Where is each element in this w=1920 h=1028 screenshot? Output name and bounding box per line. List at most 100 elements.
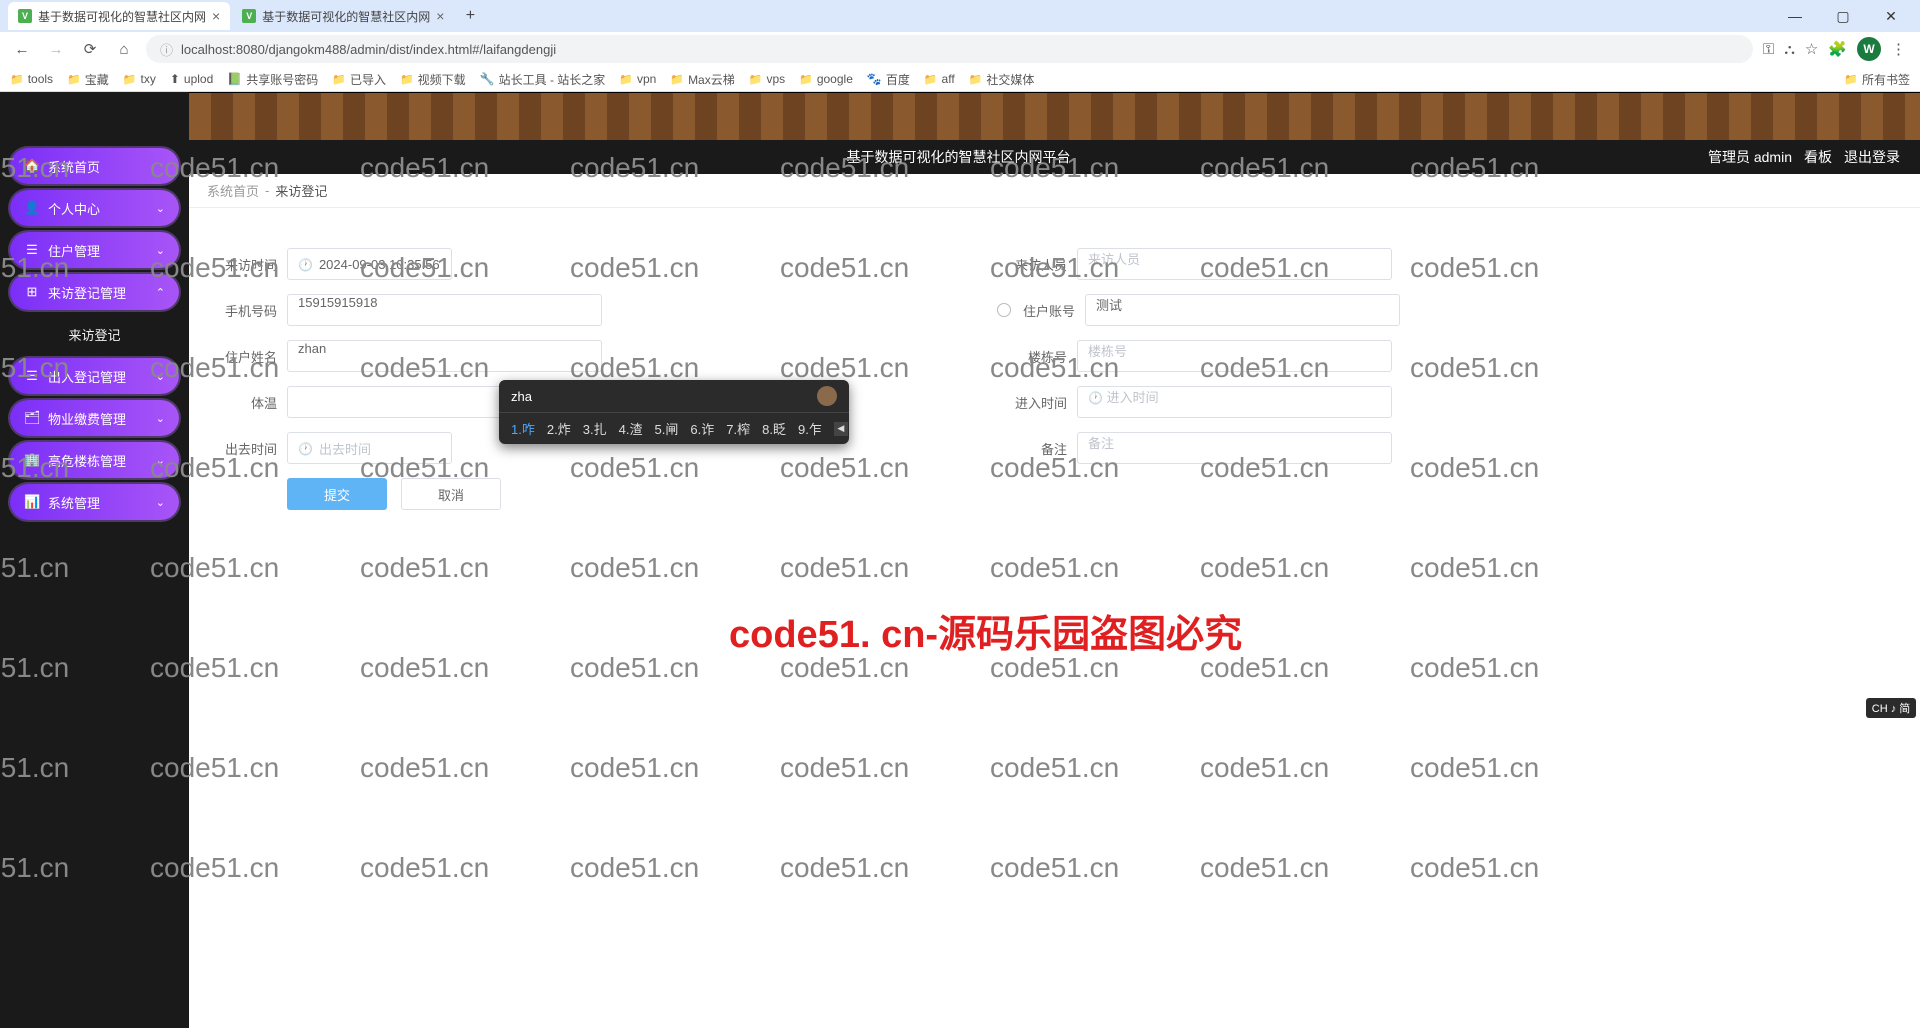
clock-icon xyxy=(1088,390,1103,405)
account-input[interactable]: 测试 xyxy=(1085,294,1400,326)
decorative-band xyxy=(189,92,1920,140)
bookmarks-bar: tools 宝藏 txy ⬆ uplod 📗 共享账号密码 已导入 视频下载 🔧… xyxy=(0,66,1920,92)
temp-label: 体温 xyxy=(207,393,287,412)
key-icon[interactable]: ⚿ xyxy=(1763,41,1774,58)
star-icon[interactable]: ☆ xyxy=(1805,40,1818,58)
logout-link[interactable]: 退出登录 xyxy=(1844,147,1900,167)
ime-cand-2[interactable]: 2.炸 xyxy=(547,419,571,438)
sidebar-item-danger[interactable]: 🏢高危楼栋管理⌄ xyxy=(10,442,179,478)
page-title: 基于数据可视化的智慧社区内网平台 xyxy=(209,147,1708,167)
user-label: 管理员 admin xyxy=(1708,147,1792,167)
bm-folder[interactable]: txy xyxy=(123,72,156,86)
remark-input[interactable]: 备注 xyxy=(1077,432,1392,464)
ime-cand-6[interactable]: 6.诈 xyxy=(690,419,714,438)
breadcrumb-current: 来访登记 xyxy=(275,181,327,200)
sidebar-item-profile[interactable]: 👤个人中心⌄ xyxy=(10,190,179,226)
building-label: 楼栋号 xyxy=(997,347,1077,366)
ime-prev-icon[interactable]: ◀ xyxy=(834,422,848,436)
bm-item[interactable]: 🐾 百度 xyxy=(867,71,910,88)
exit-label: 出去时间 xyxy=(207,439,287,458)
sidebar-label: 高危楼栋管理 xyxy=(48,451,126,470)
breadcrumb-sep: - xyxy=(265,183,269,198)
exit-input[interactable]: 出去时间 xyxy=(287,432,452,464)
chart-icon: 📊 xyxy=(24,494,40,510)
clock-icon xyxy=(298,257,313,272)
visitor-label: 来访人员 xyxy=(997,255,1077,274)
ime-cand-1[interactable]: 1.咋 xyxy=(511,419,535,438)
bm-item[interactable]: 🔧 站长工具 - 站长之家 xyxy=(480,71,606,88)
submit-button[interactable]: 提交 xyxy=(287,478,387,510)
reload-button[interactable]: ⟳ xyxy=(78,37,102,61)
bm-folder[interactable]: vps xyxy=(749,72,785,86)
browser-tab-1[interactable]: V 基于数据可视化的智慧社区内网 × xyxy=(232,2,454,30)
sidebar-item-system[interactable]: 📊系统管理⌄ xyxy=(10,484,179,520)
ime-indicator[interactable]: CH ♪ 简 xyxy=(1866,698,1916,718)
bm-folder-tools[interactable]: tools xyxy=(10,72,53,86)
bm-all[interactable]: 所有书签 xyxy=(1844,71,1910,88)
ime-cand-3[interactable]: 3.扎 xyxy=(583,419,607,438)
grid-icon: ⊞ xyxy=(24,284,40,300)
bm-item[interactable]: ⬆ uplod xyxy=(170,72,213,86)
url-input[interactable]: ⓘ localhost:8080/djangokm488/admin/dist/… xyxy=(146,35,1753,63)
browser-tab-0[interactable]: V 基于数据可视化的智慧社区内网 × xyxy=(8,2,230,30)
entry-input[interactable]: 进入时间 xyxy=(1077,386,1392,418)
user-icon: 👤 xyxy=(24,200,40,216)
cancel-button[interactable]: 取消 xyxy=(401,478,501,510)
form-area: 来访时间 2024-09-03 10:35:56 来访人员 来访人员 手机号码 … xyxy=(189,208,1920,528)
ime-cand-4[interactable]: 4.渣 xyxy=(619,419,643,438)
ime-candidates: 1.咋 2.炸 3.扎 4.渣 5.闸 6.诈 7.榨 8.眨 9.乍 ◀▶▾ xyxy=(499,413,849,444)
bm-folder[interactable]: 已导入 xyxy=(332,71,386,88)
bm-folder[interactable]: aff xyxy=(924,72,955,86)
sidebar-item-access[interactable]: ☰出入登记管理⌄ xyxy=(10,358,179,394)
radio-icon[interactable] xyxy=(997,303,1011,317)
ime-cand-5[interactable]: 5.闸 xyxy=(655,419,679,438)
bm-folder[interactable]: google xyxy=(799,72,853,86)
extensions-icon[interactable]: 🧩 xyxy=(1828,40,1847,58)
ime-cand-8[interactable]: 8.眨 xyxy=(762,419,786,438)
sidebar-sub-label: 来访登记 xyxy=(68,325,120,344)
close-window-icon[interactable]: ✕ xyxy=(1876,8,1906,25)
clock-icon xyxy=(298,441,313,456)
back-button[interactable]: ← xyxy=(10,37,34,61)
sidebar-label: 系统首页 xyxy=(48,157,100,176)
ime-input-text: zha xyxy=(511,389,532,404)
breadcrumb-root[interactable]: 系统首页 xyxy=(207,181,259,200)
menu-icon[interactable]: ⋮ xyxy=(1891,40,1906,58)
address-bar: ← → ⟳ ⌂ ⓘ localhost:8080/djangokm488/adm… xyxy=(0,32,1920,66)
sidebar-item-visit-reg[interactable]: ⊞来访登记管理⌃ xyxy=(10,274,179,310)
visit-time-input[interactable]: 2024-09-03 10:35:56 xyxy=(287,248,452,280)
home-button[interactable]: ⌂ xyxy=(112,37,136,61)
minimize-icon[interactable]: — xyxy=(1780,8,1810,25)
phone-input[interactable]: 15915915918 xyxy=(287,294,602,326)
building-input[interactable]: 楼栋号 xyxy=(1077,340,1392,372)
new-tab-button[interactable]: + xyxy=(456,2,484,30)
bm-folder[interactable]: 宝藏 xyxy=(67,71,109,88)
phone-label: 手机号码 xyxy=(207,301,287,320)
bm-folder[interactable]: 社交媒体 xyxy=(969,71,1035,88)
visit-time-value: 2024-09-03 10:35:56 xyxy=(319,257,440,272)
ime-logo-icon xyxy=(817,386,837,406)
bm-item[interactable]: 📗 共享账号密码 xyxy=(227,71,318,88)
close-icon[interactable]: × xyxy=(212,8,220,24)
translate-icon[interactable]: ⛬ xyxy=(1784,41,1795,58)
ime-cand-7[interactable]: 7.榨 xyxy=(726,419,750,438)
main-content: 基于数据可视化的智慧社区内网平台 管理员 admin 看板 退出登录 系统首页 … xyxy=(189,92,1920,1028)
sidebar-label: 来访登记管理 xyxy=(48,283,126,302)
bm-folder[interactable]: Max云梯 xyxy=(670,71,734,88)
sidebar-item-residents[interactable]: ☰住户管理⌄ xyxy=(10,232,179,268)
chevron-down-icon: ⌄ xyxy=(156,496,165,509)
profile-avatar[interactable]: W xyxy=(1857,37,1881,61)
sidebar-item-fees[interactable]: 🗂物业缴费管理⌄ xyxy=(10,400,179,436)
ime-cand-9[interactable]: 9.乍 xyxy=(798,419,822,438)
sidebar-item-home[interactable]: 🏠 系统首页 xyxy=(10,148,179,184)
maximize-icon[interactable]: ▢ xyxy=(1828,8,1858,25)
name-input[interactable]: zhan xyxy=(287,340,602,372)
home-icon: 🏠 xyxy=(24,158,40,174)
forward-button[interactable]: → xyxy=(44,37,68,61)
close-icon[interactable]: × xyxy=(436,8,444,24)
bm-folder[interactable]: vpn xyxy=(619,72,656,86)
sidebar-sub-visit[interactable]: 来访登记 xyxy=(10,316,179,352)
bm-folder[interactable]: 视频下载 xyxy=(400,71,466,88)
visitor-input[interactable]: 来访人员 xyxy=(1077,248,1392,280)
kanban-link[interactable]: 看板 xyxy=(1804,147,1832,167)
